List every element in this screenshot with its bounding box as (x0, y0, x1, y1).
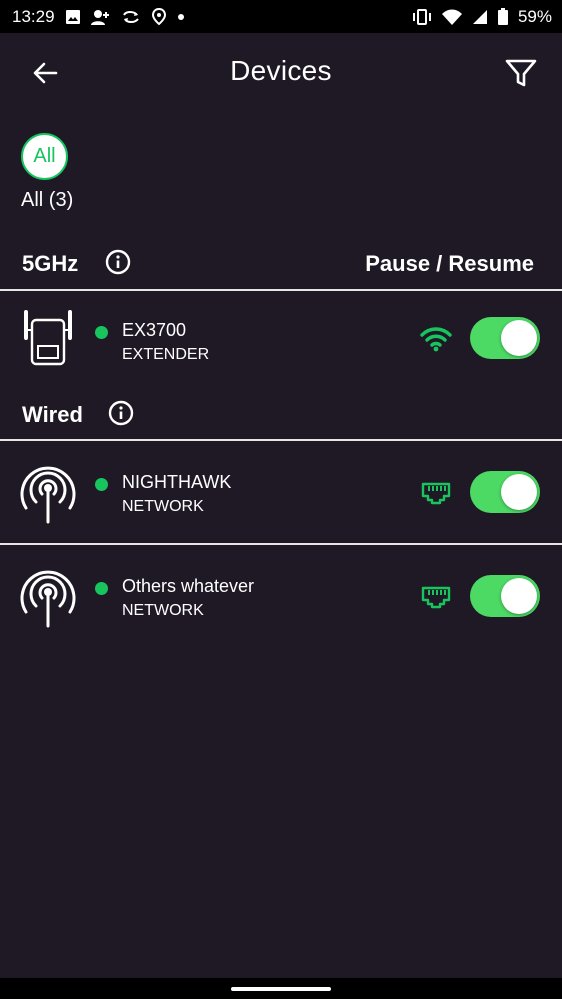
ethernet-icon (420, 481, 452, 507)
toggle-knob (501, 578, 537, 614)
info-icon[interactable] (108, 400, 134, 426)
device-name: EX3700 (122, 320, 187, 340)
app-bar: Devices (0, 33, 562, 113)
image-icon (65, 9, 81, 25)
divider (0, 289, 562, 291)
battery-percent: 59% (517, 6, 552, 26)
dot-icon (177, 13, 185, 21)
section-title: 5GHz (22, 251, 79, 276)
page-title: Devices (230, 55, 332, 86)
extender-icon (20, 310, 76, 370)
status-left: 13:29 (12, 7, 185, 27)
home-gesture-handle[interactable] (231, 987, 331, 991)
device-type: NETWORK (122, 602, 204, 619)
pause-resume-toggle[interactable] (470, 471, 540, 513)
status-bar: 13:29 59% (0, 0, 562, 33)
device-name: Others whatever (122, 576, 255, 596)
system-nav-bar (0, 978, 562, 999)
filter-chip-all[interactable]: All (21, 133, 68, 180)
person-add-icon (90, 9, 111, 25)
wifi-icon (441, 9, 462, 25)
online-status-dot (95, 582, 108, 595)
info-icon[interactable] (105, 249, 131, 275)
status-time: 13:29 (12, 6, 55, 26)
antenna-icon (20, 462, 76, 524)
section-header-5ghz: 5GHz Pause / Resume (0, 245, 562, 281)
pause-resume-toggle[interactable] (470, 317, 540, 359)
filter-button[interactable] (504, 56, 538, 90)
device-type: EXTENDER (122, 346, 210, 363)
section-header-wired: Wired (0, 396, 562, 432)
filter-count-label: All (3) (21, 189, 74, 211)
battery-icon (497, 8, 508, 25)
device-name: NIGHTHAWK (122, 472, 232, 492)
divider (0, 439, 562, 441)
device-type: NETWORK (122, 498, 204, 515)
status-right: 59% (412, 7, 552, 27)
pause-resume-label: Pause / Resume (365, 251, 534, 276)
vibrate-icon (412, 8, 432, 25)
wifi-icon (420, 326, 452, 352)
online-status-dot (95, 326, 108, 339)
device-row[interactable]: NIGHTHAWK NETWORK (0, 448, 562, 538)
pause-resume-toggle[interactable] (470, 575, 540, 617)
section-title: Wired (22, 402, 83, 427)
sync-icon (121, 9, 141, 25)
filter-icon (505, 59, 537, 87)
antenna-icon (20, 566, 76, 628)
divider (0, 543, 562, 545)
device-row[interactable]: EX3700 EXTENDER (0, 296, 562, 386)
toggle-knob (501, 320, 537, 356)
toggle-knob (501, 474, 537, 510)
ethernet-icon (420, 585, 452, 611)
device-row[interactable]: Others whatever NETWORK (0, 552, 562, 642)
location-icon (151, 7, 167, 26)
online-status-dot (95, 478, 108, 491)
signal-icon (472, 9, 488, 25)
